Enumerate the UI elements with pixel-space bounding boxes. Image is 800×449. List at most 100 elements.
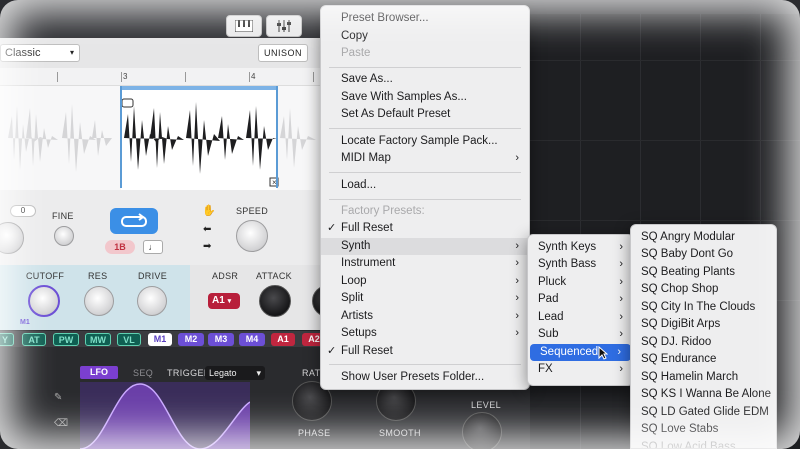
menu-separator	[329, 67, 521, 68]
menu-item-lead[interactable]: Lead ›	[528, 309, 633, 326]
trigger-dropdown[interactable]: Legato ▾	[205, 366, 265, 380]
menu-item-load[interactable]: Load...	[321, 177, 529, 194]
level-label: LEVEL	[471, 400, 502, 410]
unison-button[interactable]: UNISON	[258, 44, 308, 62]
mod-tag-at[interactable]: AT	[22, 333, 46, 346]
keyboard-view-button[interactable]	[226, 15, 262, 37]
mod-tag-m4[interactable]: M4	[239, 333, 265, 346]
preset-item[interactable]: SQ Chop Shop	[631, 281, 776, 298]
preset-item[interactable]: SQ Beating Plants	[631, 264, 776, 281]
mod-tag-y[interactable]: Y	[0, 333, 14, 346]
lfo-sine-graphic	[79, 383, 251, 449]
mod-tag-vl[interactable]: VL	[117, 333, 141, 346]
arrow-right-icon[interactable]: ➡	[203, 241, 211, 252]
menu-item-locate-sample-pack[interactable]: Locate Factory Sample Pack...	[321, 133, 529, 150]
mixer-view-button[interactable]	[266, 15, 302, 37]
menu-item-save-with-samples[interactable]: Save With Samples As...	[321, 89, 529, 106]
loop-icon	[121, 213, 147, 227]
preset-item[interactable]: SQ City In The Clouds	[631, 299, 776, 316]
menu-separator	[329, 199, 521, 200]
sample-waveform[interactable]: ×	[0, 86, 330, 190]
preset-item[interactable]: SQ Baby Dont Go	[631, 246, 776, 263]
menu-item-pad[interactable]: Pad ›	[528, 291, 633, 308]
menu-item-show-user-presets[interactable]: Show User Presets Folder...	[321, 369, 529, 386]
mod-tag-m3[interactable]: M3	[208, 333, 234, 346]
menu-item-pluck[interactable]: Pluck ›	[528, 274, 633, 291]
preset-item[interactable]: SQ Love Stabs	[631, 421, 776, 438]
menu-item-fx[interactable]: FX ›	[528, 361, 633, 378]
mod-tag-a1[interactable]: A1	[271, 333, 295, 346]
menu-item-sequenced[interactable]: Sequenced ›	[530, 344, 631, 361]
fine-knob[interactable]	[54, 226, 74, 246]
level-knob[interactable]	[462, 412, 502, 449]
menu-item-save-as[interactable]: Save As...	[321, 71, 529, 88]
menu-item-loop[interactable]: Loop ›	[321, 273, 529, 290]
res-knob[interactable]	[84, 286, 114, 316]
preset-item[interactable]: SQ DigiBit Arps	[631, 316, 776, 333]
fine-label: FINE	[52, 211, 74, 221]
menu-item-label: Sequenced	[540, 346, 599, 358]
drive-knob[interactable]	[137, 286, 167, 316]
adsr-label: ADSR	[212, 271, 239, 281]
loop-mode-tag[interactable]: 1B	[105, 240, 135, 254]
ruler-mark: 4	[251, 72, 256, 81]
timeline-ruler: 3 4	[0, 68, 330, 86]
mod-tag-mw[interactable]: MW	[85, 333, 111, 346]
menu-item-artists[interactable]: Artists ›	[321, 308, 529, 325]
preset-item[interactable]: SQ Angry Modular	[631, 229, 776, 246]
menu-separator	[329, 364, 521, 365]
coarse-value[interactable]: 0	[10, 205, 36, 217]
menu-item-label: Lead	[538, 311, 564, 323]
chevron-right-icon: ›	[515, 292, 519, 304]
checkmark-icon: ✓	[327, 345, 337, 357]
mod-slot-label: M1	[20, 319, 30, 326]
menu-item-setups[interactable]: Setups ›	[321, 325, 529, 342]
speed-knob[interactable]	[236, 220, 268, 252]
menu-item-label: Synth Bass	[538, 258, 597, 270]
chevron-down-icon: ▾	[256, 368, 261, 378]
menu-item-set-default[interactable]: Set As Default Preset	[321, 106, 529, 123]
menu-item-sub[interactable]: Sub ›	[528, 326, 633, 343]
envelope-select[interactable]: A1 ▾	[208, 293, 240, 309]
cutoff-knob[interactable]	[28, 285, 60, 317]
preset-item[interactable]: SQ Endurance	[631, 351, 776, 368]
menu-item-synth[interactable]: Synth ›	[321, 238, 529, 255]
menu-item-instrument[interactable]: Instrument ›	[321, 255, 529, 272]
sample-controls-panel	[0, 190, 330, 265]
preset-item[interactable]: SQ Low Acid Bass	[631, 439, 776, 448]
arrow-left-icon[interactable]: ⬅	[203, 224, 211, 235]
eraser-icon[interactable]: ⌫	[54, 418, 68, 429]
menu-item-preset-browser[interactable]: Preset Browser...	[321, 10, 529, 27]
attack-knob[interactable]	[259, 285, 291, 317]
mod-tag-m2[interactable]: M2	[178, 333, 204, 346]
preset-item[interactable]: SQ KS I Wanna Be Alone	[631, 386, 776, 403]
pencil-icon[interactable]: ✎	[54, 392, 62, 403]
tab-lfo[interactable]: LFO	[80, 366, 118, 379]
voice-mode-dropdown[interactable]: Classic ▾	[0, 44, 80, 62]
preset-item[interactable]: SQ DJ. Ridoo	[631, 334, 776, 351]
checkmark-icon: ✓	[327, 222, 337, 234]
tab-seq[interactable]: SEQ	[133, 368, 153, 378]
menu-item-full-reset-setups[interactable]: ✓ Full Reset	[321, 343, 529, 360]
cutoff-label: CUTOFF	[26, 271, 65, 281]
menu-item-label: Split	[341, 292, 364, 304]
res-label: RES	[88, 271, 108, 281]
preset-item[interactable]: SQ Hamelin March	[631, 369, 776, 386]
loop-mode-button[interactable]	[110, 208, 158, 234]
menu-item-full-reset-factory[interactable]: ✓ Full Reset	[321, 220, 529, 237]
menu-item-label: Pad	[538, 293, 559, 305]
rate-label: RAT	[302, 368, 321, 378]
mod-tag-pw[interactable]: PW	[53, 333, 79, 346]
note-sync-button[interactable]: ♩	[143, 240, 163, 254]
loop-start-marker[interactable]	[120, 86, 122, 188]
loop-region-bar[interactable]	[121, 86, 277, 90]
menu-item-synth-keys[interactable]: Synth Keys ›	[528, 239, 633, 256]
menu-item-copy[interactable]: Copy	[321, 28, 529, 45]
menu-item-synth-bass[interactable]: Synth Bass ›	[528, 256, 633, 273]
lfo-waveform-editor[interactable]	[79, 382, 251, 449]
menu-item-split[interactable]: Split ›	[321, 290, 529, 307]
menu-item-midi-map[interactable]: MIDI Map ›	[321, 150, 529, 167]
preset-item[interactable]: SQ LD Gated Glide EDM	[631, 404, 776, 421]
loop-end-marker[interactable]	[276, 86, 278, 188]
mod-tag-m1[interactable]: M1	[148, 333, 172, 346]
